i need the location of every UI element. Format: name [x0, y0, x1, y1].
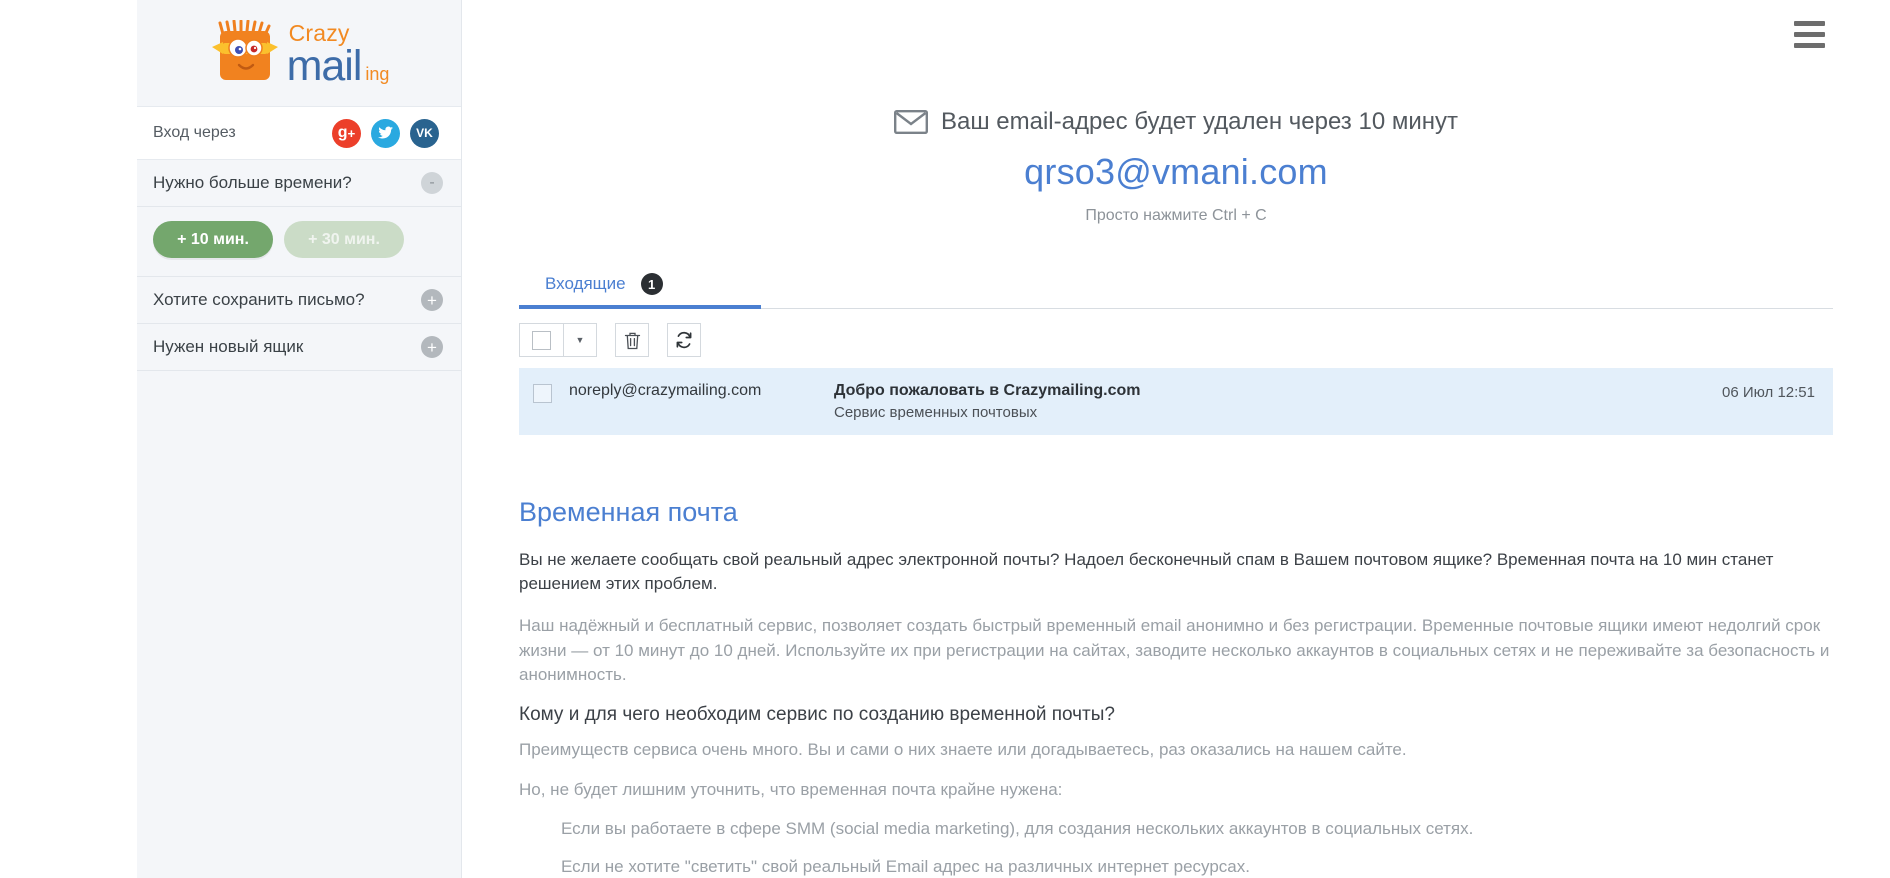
trash-icon: [624, 332, 640, 349]
plus-icon[interactable]: +: [421, 289, 443, 311]
tab-inbox[interactable]: Входящие 1: [519, 267, 689, 308]
crazymail-monster-logo-icon: [211, 20, 278, 80]
mail-subject-cell: Добро пожаловать в Crazymailing.com Серв…: [834, 382, 1722, 421]
active-tab-underline: [519, 305, 761, 309]
social-login-label: Вход через: [153, 124, 236, 141]
list-item: Если не хотите "светить" свой реальный E…: [561, 856, 1250, 876]
sidebar-accordion-more-time[interactable]: Нужно больше времени? -: [137, 160, 461, 207]
mail-date: 06 Июл 12:51: [1721, 384, 1815, 401]
refresh-button[interactable]: [667, 323, 701, 357]
page-title: Временная почта: [519, 497, 738, 527]
table-row[interactable]: noreply@crazymailing.com Добро пожаловат…: [519, 368, 1833, 435]
tab-inbox-badge: 1: [640, 273, 663, 295]
mail-from: noreply@crazymailing.com: [569, 382, 762, 399]
logo-ing-text: ing: [365, 64, 390, 84]
sidebar-accordion-new-mailbox[interactable]: Нужен новый ящик +: [137, 324, 461, 371]
mailbox-tabs: Входящие 1: [519, 267, 1833, 309]
mail-header: Ваш email-адрес будет удален через 10 ми…: [462, 0, 1890, 225]
article-subheading: Кому и для чего необходим сервис по созд…: [519, 703, 1115, 725]
sidebar: Crazy mail ing Вход через g + VK Нужно бо…: [137, 0, 462, 878]
list-item: Если вы работаете в сфере SMM (social me…: [561, 818, 1474, 838]
article: Временная почта Вы не желаете сообщать с…: [519, 497, 1833, 877]
twitter-icon[interactable]: [371, 118, 400, 148]
minus-icon[interactable]: -: [421, 172, 443, 194]
mailbox-toolbar: ▼: [519, 323, 1833, 357]
accordion-title: Нужен новый ящик: [153, 337, 304, 356]
tab-inbox-label: Входящие: [545, 274, 626, 293]
mail-subject: Добро пожаловать в Crazymailing.com: [834, 382, 1141, 399]
google-plus-icon[interactable]: g +: [332, 118, 361, 148]
refresh-icon: [676, 331, 692, 349]
envelope-icon: [893, 110, 928, 134]
main-content: Ваш email-адрес будет удален через 10 ми…: [462, 0, 1890, 878]
select-all-group: ▼: [519, 323, 597, 357]
mail-list: noreply@crazymailing.com Добро пожаловат…: [519, 368, 1833, 435]
mail-preview: Сервис временных почтовых: [834, 404, 1038, 421]
add-10-min-button[interactable]: + 10 мин.: [153, 221, 273, 258]
page-root: Crazy mail ing Вход через g + VK Нужно бо…: [0, 0, 1890, 878]
sidebar-accordion-save-letter[interactable]: Хотите сохранить письмо? +: [137, 277, 461, 324]
row-checkbox[interactable]: [533, 384, 552, 403]
temp-email-address[interactable]: qrso3@vmani.com: [462, 151, 1890, 193]
expiry-text: Ваш email-адрес будет удален через 10 ми…: [940, 108, 1458, 135]
copy-hint: Просто нажмите Ctrl + C: [1085, 207, 1267, 224]
more-time-panel: + 10 мин. + 30 мин.: [137, 207, 461, 277]
select-all-checkbox[interactable]: [519, 323, 563, 357]
delete-button[interactable]: [615, 323, 649, 357]
logo-mail-text: mail: [286, 42, 363, 90]
article-paragraph-3: Но, не будет лишним уточнить, что времен…: [519, 780, 1063, 800]
plus-icon[interactable]: +: [421, 336, 443, 358]
select-dropdown-caret-icon[interactable]: ▼: [563, 323, 597, 357]
article-paragraph-1: Наш надёжный и бесплатный сервис, позвол…: [519, 616, 1830, 685]
article-lead: Вы не желаете сообщать свой реальный адр…: [519, 550, 1774, 594]
logo[interactable]: Crazy mail ing: [137, 0, 461, 107]
add-30-min-button[interactable]: + 30 мин.: [284, 221, 404, 258]
vkontakte-icon[interactable]: VK: [410, 118, 439, 148]
checkbox-box: [532, 330, 551, 350]
social-login-row: Вход через g + VK: [137, 107, 461, 160]
accordion-title: Нужно больше времени?: [153, 173, 352, 192]
accordion-title: Хотите сохранить письмо?: [153, 290, 365, 309]
article-paragraph-2: Преимуществ сервиса очень много. Вы и са…: [519, 739, 1407, 759]
